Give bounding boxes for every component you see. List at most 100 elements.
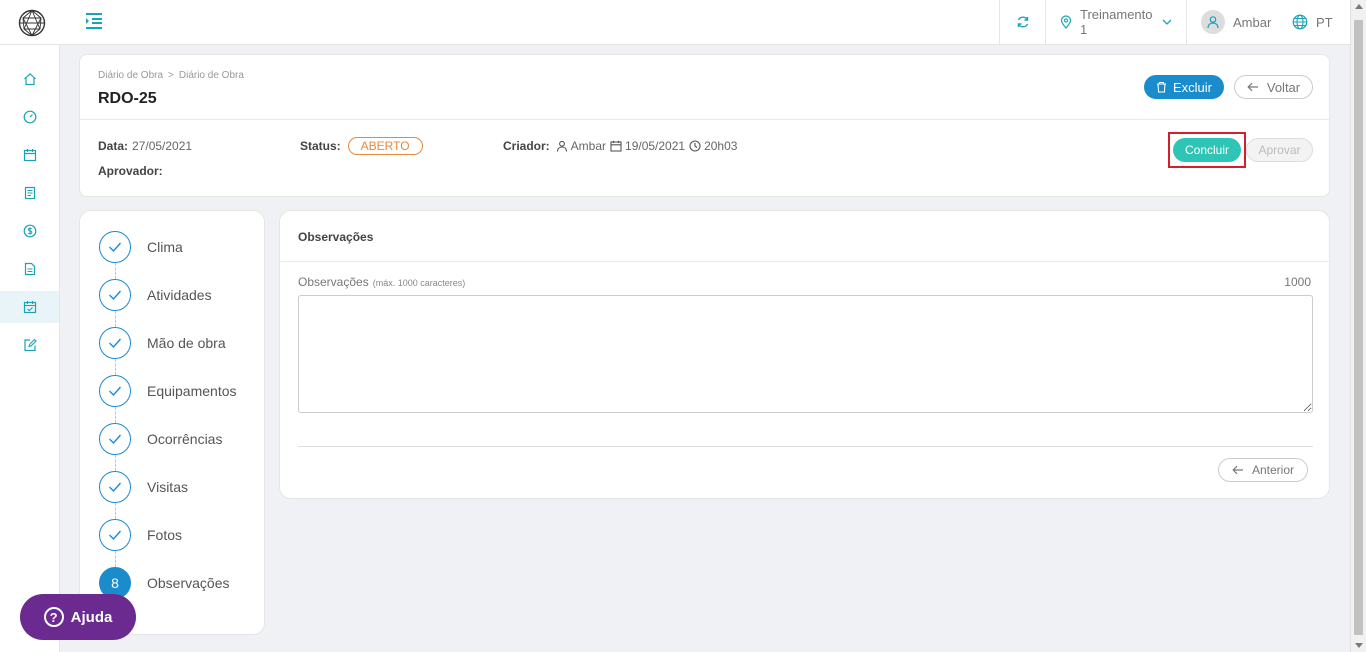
calendar-icon (610, 140, 622, 152)
step-ocorrencias[interactable]: Ocorrências (99, 423, 222, 455)
check-icon (109, 434, 122, 445)
top-right-controls: Treinamento 1 Ambar PT (999, 0, 1350, 44)
step-connector (115, 359, 116, 375)
step-connector (115, 311, 116, 327)
step-check (99, 279, 131, 311)
breadcrumb: Diário de Obra > Diário de Obra (98, 70, 244, 81)
help-button[interactable]: ? Ajuda (20, 594, 136, 640)
date-label: Data: (98, 139, 129, 153)
character-counter: 1000 (1284, 275, 1311, 289)
status-label: Status: (300, 139, 341, 153)
section-divider (280, 261, 1329, 262)
check-icon (109, 338, 122, 349)
step-label: Visitas (147, 479, 188, 495)
delete-button[interactable]: Excluir (1144, 75, 1224, 99)
step-equipamentos[interactable]: Equipamentos (99, 375, 237, 407)
creator-label: Criador: (503, 139, 550, 153)
previous-button-label: Anterior (1251, 463, 1295, 477)
step-mao-de-obra[interactable]: Mão de obra (99, 327, 226, 359)
previous-button[interactable]: Anterior (1218, 458, 1308, 482)
scroll-up-arrow-icon[interactable] (1355, 4, 1363, 9)
breadcrumb-separator: > (168, 70, 174, 81)
step-fotos[interactable]: Fotos (99, 519, 182, 551)
top-bar: Treinamento 1 Ambar PT (0, 0, 1350, 45)
check-icon (109, 482, 122, 493)
refresh-button[interactable] (999, 0, 1045, 44)
scroll-thumb[interactable] (1354, 20, 1363, 635)
clock-icon (689, 140, 701, 152)
help-label: Ajuda (70, 608, 113, 626)
step-visitas[interactable]: Visitas (99, 471, 188, 503)
sidebar-item-finance[interactable] (0, 215, 59, 247)
header-divider (80, 119, 1329, 120)
step-connector (115, 551, 116, 567)
back-button[interactable]: Voltar (1234, 75, 1313, 99)
page-title: RDO-25 (98, 90, 157, 107)
chevron-down-icon (1162, 19, 1172, 25)
document-icon (24, 262, 35, 276)
back-button-label: Voltar (1266, 79, 1301, 95)
field-hint: (máx. 1000 caracteres) (372, 278, 466, 288)
step-clima[interactable]: Clima (99, 231, 183, 263)
status-badge: ABERTO (347, 137, 423, 155)
gauge-icon (23, 110, 36, 124)
observations-panel: Observações Observações (máx. 1000 caract… (279, 210, 1330, 499)
step-label: Clima (147, 239, 183, 255)
step-connector (115, 263, 116, 279)
scroll-down-arrow-icon[interactable] (1355, 643, 1363, 648)
map-pin-icon (1060, 15, 1072, 29)
step-label: Observações (147, 575, 230, 591)
step-connector (115, 503, 116, 519)
help-icon: ? (43, 607, 64, 627)
step-check (99, 327, 131, 359)
step-check (99, 471, 131, 503)
approver-info: Aprovador: (98, 164, 167, 178)
breadcrumb-item[interactable]: Diário de Obra (98, 70, 163, 81)
user-menu[interactable]: Ambar (1186, 0, 1278, 44)
observations-textarea[interactable] (298, 295, 1313, 413)
step-check (99, 423, 131, 455)
sidebar-item-edit[interactable] (0, 329, 59, 361)
sidebar-item-dashboard[interactable] (0, 101, 59, 133)
edit-icon (23, 338, 37, 352)
page-scrollbar[interactable] (1350, 0, 1366, 652)
step-label: Atividades (147, 287, 212, 303)
location-label: Treinamento 1 (1080, 7, 1153, 37)
observations-field-label: Observações (máx. 1000 caracteres) (298, 275, 465, 289)
step-atividades[interactable]: Atividades (99, 279, 212, 311)
avatar (1201, 10, 1225, 34)
trash-icon (1156, 81, 1166, 93)
user-icon (1207, 16, 1219, 29)
dollar-icon (23, 224, 36, 238)
delete-button-label: Excluir (1172, 79, 1212, 95)
arrow-left-icon (1247, 82, 1258, 92)
sidebar-item-calendar[interactable] (0, 139, 59, 171)
user-icon (556, 140, 568, 152)
step-label: Ocorrências (147, 431, 223, 447)
creator-name: Ambar (570, 139, 607, 153)
receipt-icon (24, 186, 35, 200)
home-icon (23, 72, 36, 86)
conclude-button[interactable]: Concluir (1173, 138, 1241, 162)
steps-panel: Clima Atividades Mão de obra Equipamento… (79, 210, 265, 635)
logo-globe-icon[interactable] (18, 9, 46, 37)
sidebar-item-home[interactable] (0, 63, 59, 95)
sidebar-item-reports[interactable] (0, 177, 59, 209)
approve-button[interactable]: Aprovar (1246, 138, 1313, 162)
date-info: Data: 27/05/2021 (98, 139, 192, 153)
arrow-left-icon (1232, 465, 1243, 475)
language-selector[interactable]: PT (1278, 0, 1350, 44)
calendar-check-icon (23, 301, 36, 314)
step-label: Mão de obra (147, 335, 226, 351)
location-selector[interactable]: Treinamento 1 (1045, 0, 1186, 44)
sidebar-item-documents[interactable] (0, 253, 59, 285)
sidebar-item-diario-obra[interactable] (0, 291, 59, 323)
step-label: Fotos (147, 527, 183, 543)
user-name: Ambar (1233, 14, 1272, 30)
section-title: Observações (298, 230, 374, 244)
menu-toggle-icon[interactable] (84, 11, 104, 31)
calendar-icon (23, 149, 36, 162)
breadcrumb-item[interactable]: Diário de Obra (179, 70, 244, 81)
step-label: Equipamentos (147, 383, 237, 399)
sidebar (0, 45, 60, 652)
